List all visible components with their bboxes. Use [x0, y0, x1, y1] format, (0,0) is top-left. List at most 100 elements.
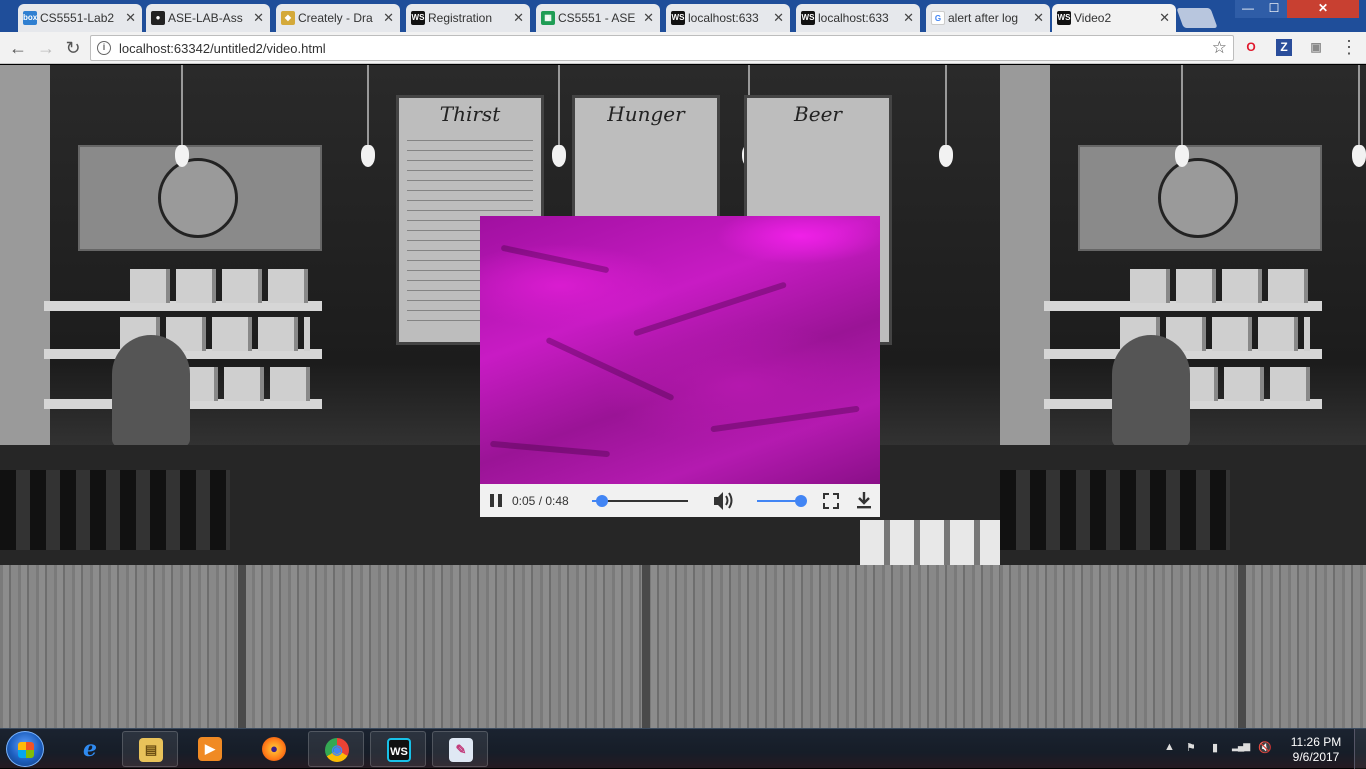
- tab-cs5551-lab2[interactable]: box CS5551-Lab2 ✕: [18, 4, 142, 32]
- webstorm-icon: WS: [387, 738, 411, 762]
- start-button[interactable]: [6, 731, 44, 767]
- battery-icon[interactable]: ▮: [1212, 741, 1218, 754]
- tab-cs5551-ase[interactable]: ▦ CS5551 - ASE ✕: [536, 4, 660, 32]
- webstorm-icon: WS: [801, 11, 815, 25]
- address-bar[interactable]: i localhost:63342/untitled2/video.html ☆: [90, 35, 1234, 61]
- chrome-icon: ◉: [325, 738, 349, 762]
- taskbar-firefox[interactable]: ●: [246, 731, 302, 767]
- maximize-button[interactable]: ☐: [1261, 0, 1287, 18]
- page-content: Thirst Hunger Beer 0:05 / 0:48: [0, 65, 1366, 728]
- tab-close-icon[interactable]: ✕: [903, 10, 914, 26]
- clock-date: 9/6/2017: [1292, 750, 1340, 764]
- tab-close-icon[interactable]: ✕: [125, 10, 136, 26]
- tab-close-icon[interactable]: ✕: [773, 10, 784, 26]
- background-image: [1000, 65, 1366, 728]
- extension-icon[interactable]: ▣: [1308, 39, 1324, 56]
- minimize-button[interactable]: —: [1235, 0, 1261, 18]
- back-button[interactable]: ←: [7, 38, 29, 58]
- tab-alert-after-login[interactable]: G alert after log ✕: [926, 4, 1050, 32]
- volume-slider[interactable]: [757, 495, 807, 507]
- network-icon[interactable]: ▂▄▆: [1232, 741, 1250, 752]
- tab-creately[interactable]: ◆ Creately - Dra ✕: [276, 4, 400, 32]
- clock-time: 11:26 PM: [1290, 735, 1342, 749]
- firefox-icon: ●: [262, 737, 286, 761]
- menu-board-title: Beer: [794, 102, 842, 126]
- fullscreen-button[interactable]: [823, 484, 839, 517]
- video-player[interactable]: 0:05 / 0:48: [480, 216, 880, 517]
- barista: [1112, 335, 1190, 447]
- zotero-icon[interactable]: Z: [1276, 39, 1292, 56]
- video-controls: 0:05 / 0:48: [480, 484, 880, 517]
- bookmark-star-icon[interactable]: ☆: [1212, 38, 1227, 58]
- pause-button[interactable]: [488, 484, 504, 517]
- video-time: 0:05 / 0:48: [512, 494, 569, 508]
- github-icon: ●: [151, 11, 165, 25]
- cafe-logo: [1158, 158, 1238, 238]
- address-url[interactable]: localhost:63342/untitled2/video.html: [119, 41, 326, 56]
- taskbar-explorer[interactable]: ▤: [122, 731, 178, 767]
- site-info-icon[interactable]: i: [97, 41, 111, 55]
- menu-board-title: Thirst: [439, 102, 501, 126]
- download-button[interactable]: [855, 484, 873, 517]
- tab-video2[interactable]: WS Video2 ✕: [1052, 4, 1176, 32]
- menu-board-title: Hunger: [607, 102, 685, 126]
- tab-registration[interactable]: WS Registration ✕: [406, 4, 530, 32]
- ie-icon: e: [83, 736, 97, 762]
- action-center-icon[interactable]: ⚑: [1186, 741, 1196, 754]
- explorer-icon: ▤: [139, 738, 163, 762]
- google-icon: G: [931, 11, 945, 25]
- current-time: 0:05: [512, 494, 536, 508]
- mute-button[interactable]: [712, 484, 734, 517]
- tab-close-icon[interactable]: ✕: [383, 10, 394, 26]
- taskbar-clock[interactable]: 11:26 PM 9/6/2017: [1288, 735, 1344, 765]
- sheets-icon: ▦: [541, 11, 555, 25]
- box-icon: box: [23, 11, 37, 25]
- tab-label: Creately - Dra: [298, 11, 373, 25]
- taskbar-chrome[interactable]: ◉: [308, 731, 364, 767]
- seek-thumb[interactable]: [595, 495, 608, 507]
- volume-muted-icon[interactable]: 🔇: [1258, 741, 1272, 754]
- tab-label: ASE-LAB-Ass: [168, 11, 243, 25]
- opera-icon[interactable]: O: [1243, 39, 1259, 56]
- volume-icon: [714, 492, 733, 510]
- paint-icon: ✎: [449, 738, 473, 762]
- tab-label: CS5551-Lab2: [40, 11, 115, 25]
- webstorm-icon: WS: [671, 11, 685, 25]
- tab-label: localhost:633: [818, 11, 889, 25]
- reload-button[interactable]: ↻: [62, 38, 84, 58]
- tab-ase-lab[interactable]: ● ASE-LAB-Ass ✕: [146, 4, 270, 32]
- tab-localhost-2[interactable]: WS localhost:633 ✕: [796, 4, 920, 32]
- fullscreen-icon: [823, 493, 839, 509]
- cafe-logo: [158, 158, 238, 238]
- tab-label: localhost:633: [688, 11, 759, 25]
- taskbar-webstorm[interactable]: WS: [370, 731, 426, 767]
- browser-toolbar: ← → ↻ i localhost:63342/untitled2/video.…: [0, 32, 1366, 64]
- pause-icon: [490, 494, 494, 507]
- taskbar-paint[interactable]: ✎: [432, 731, 488, 767]
- forward-button[interactable]: →: [35, 38, 57, 58]
- webstorm-icon: WS: [1057, 11, 1071, 25]
- new-tab-button[interactable]: [1176, 8, 1218, 28]
- tab-close-icon[interactable]: ✕: [1159, 10, 1170, 26]
- tab-close-icon[interactable]: ✕: [643, 10, 654, 26]
- time-separator: /: [535, 494, 546, 508]
- tab-label: CS5551 - ASE: [558, 11, 636, 25]
- volume-thumb[interactable]: [795, 495, 807, 507]
- video-frame[interactable]: [480, 216, 880, 484]
- tab-localhost-1[interactable]: WS localhost:633 ✕: [666, 4, 790, 32]
- tab-close-icon[interactable]: ✕: [1033, 10, 1044, 26]
- tray-expand-icon[interactable]: ▲: [1164, 741, 1175, 753]
- tab-strip: box CS5551-Lab2 ✕ ● ASE-LAB-Ass ✕ ◆ Crea…: [0, 0, 1366, 32]
- tab-label: Registration: [428, 11, 493, 25]
- tab-close-icon[interactable]: ✕: [253, 10, 264, 26]
- taskbar-ie[interactable]: e: [62, 731, 118, 767]
- pause-icon: [498, 494, 502, 507]
- tab-close-icon[interactable]: ✕: [513, 10, 524, 26]
- browser-menu-icon[interactable]: ⋮: [1340, 38, 1358, 58]
- taskbar-media-player[interactable]: ▶: [182, 731, 238, 767]
- creately-icon: ◆: [281, 11, 295, 25]
- close-window-button[interactable]: ✕: [1287, 0, 1359, 18]
- show-desktop-button[interactable]: [1354, 729, 1366, 769]
- seek-slider[interactable]: [592, 495, 688, 507]
- duration: 0:48: [545, 494, 569, 508]
